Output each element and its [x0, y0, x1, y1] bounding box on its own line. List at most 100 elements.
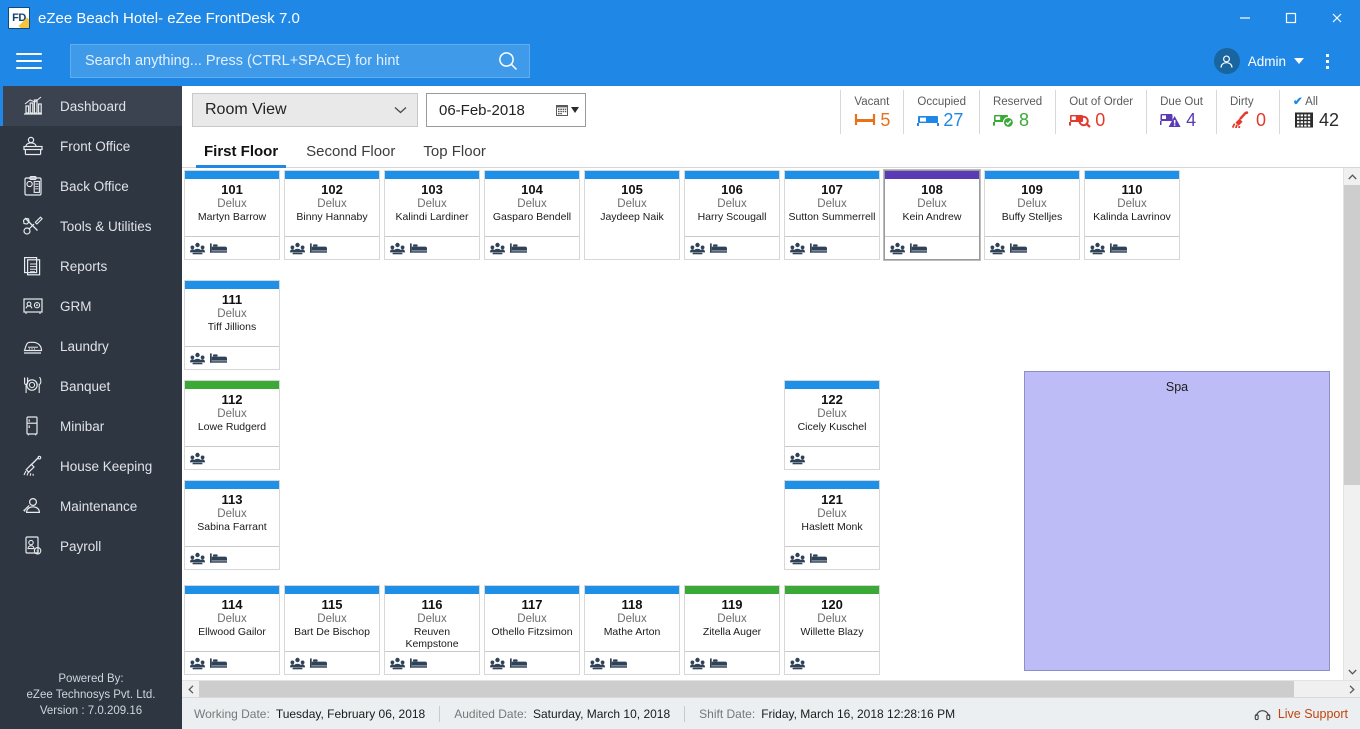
room-card[interactable]: 104 Delux Gasparo Bendell — [484, 170, 580, 260]
guests-icon[interactable] — [490, 242, 505, 255]
bed-icon[interactable] — [1110, 242, 1127, 254]
menu-toggle-icon[interactable] — [0, 36, 58, 86]
search-input[interactable] — [85, 53, 497, 69]
tab-top-floor[interactable]: Top Floor — [409, 143, 500, 167]
guests-icon[interactable] — [1090, 242, 1105, 255]
status-count-out-of-order[interactable]: Out of Order 0 — [1055, 90, 1146, 134]
sidebar-item-tools-utilities[interactable]: Tools & Utilities — [0, 206, 182, 246]
horizontal-scroll-thumb[interactable] — [199, 680, 1294, 698]
tab-first-floor[interactable]: First Floor — [190, 143, 292, 168]
scroll-down-icon[interactable] — [1344, 663, 1360, 680]
date-picker[interactable]: 06-Feb-2018 — [426, 93, 586, 127]
bed-icon[interactable] — [810, 552, 827, 564]
vertical-scrollbar[interactable] — [1343, 168, 1360, 680]
calendar-icon[interactable] — [555, 103, 579, 117]
room-card[interactable]: 122 Delux Cicely Kuschel — [784, 380, 880, 470]
sidebar-item-grm[interactable]: GRM — [0, 286, 182, 326]
room-card[interactable]: 102 Delux Binny Hannaby — [284, 170, 380, 260]
vertical-scroll-thumb[interactable] — [1343, 185, 1360, 485]
sidebar-item-dashboard[interactable]: Dashboard — [0, 86, 182, 126]
guests-icon[interactable] — [290, 657, 305, 670]
guests-icon[interactable] — [690, 657, 705, 670]
view-select[interactable]: Room View — [192, 93, 418, 127]
bed-icon[interactable] — [210, 657, 227, 669]
maximize-button[interactable] — [1268, 0, 1314, 36]
guests-icon[interactable] — [390, 242, 405, 255]
guests-icon[interactable] — [790, 452, 805, 465]
guests-icon[interactable] — [390, 657, 405, 670]
sidebar-item-laundry[interactable]: Laundry — [0, 326, 182, 366]
room-card[interactable]: 110 Delux Kalinda Lavrinov — [1084, 170, 1180, 260]
guests-icon[interactable] — [790, 242, 805, 255]
guests-icon[interactable] — [490, 657, 505, 670]
guests-icon[interactable] — [190, 657, 205, 670]
sidebar-item-house-keeping[interactable]: House Keeping — [0, 446, 182, 486]
live-support-button[interactable]: Live Support — [1253, 704, 1348, 723]
sidebar-item-banquet[interactable]: Banquet — [0, 366, 182, 406]
room-card[interactable]: 103 Delux Kalindi Lardiner — [384, 170, 480, 260]
chevron-down-icon[interactable] — [1294, 58, 1304, 64]
bed-icon[interactable] — [910, 242, 927, 254]
bed-icon[interactable] — [710, 657, 727, 669]
room-card[interactable]: 111 Delux Tiff Jillions — [184, 280, 280, 370]
room-card[interactable]: 120 Delux Willette Blazy — [784, 585, 880, 675]
bed-icon[interactable] — [210, 552, 227, 564]
room-card[interactable]: 101 Delux Martyn Barrow — [184, 170, 280, 260]
guests-icon[interactable] — [790, 657, 805, 670]
room-card[interactable]: 113 Delux Sabina Farrant — [184, 480, 280, 570]
tab-second-floor[interactable]: Second Floor — [292, 143, 409, 167]
room-card[interactable]: 105 Delux Jaydeep Naik — [584, 170, 680, 260]
sidebar-item-payroll[interactable]: $ Payroll — [0, 526, 182, 566]
more-options-icon[interactable] — [1314, 36, 1340, 86]
bed-icon[interactable] — [410, 242, 427, 254]
search-box[interactable] — [70, 44, 530, 78]
bed-icon[interactable] — [410, 657, 427, 669]
sidebar-item-front-office[interactable]: Front Office — [0, 126, 182, 166]
bed-icon[interactable] — [210, 352, 227, 364]
user-menu[interactable]: Admin — [1213, 36, 1304, 86]
horizontal-scroll-track[interactable] — [199, 680, 1343, 698]
room-card[interactable]: 116 Delux Reuven Kempstone — [384, 585, 480, 675]
sidebar-item-back-office[interactable]: Back Office — [0, 166, 182, 206]
close-button[interactable] — [1314, 0, 1360, 36]
bed-icon[interactable] — [210, 242, 227, 254]
vertical-scroll-track[interactable] — [1343, 185, 1360, 663]
room-card[interactable]: 115 Delux Bart De Bischop — [284, 585, 380, 675]
bed-icon[interactable] — [510, 657, 527, 669]
status-count-occupied[interactable]: Occupied 27 — [903, 90, 979, 134]
guests-icon[interactable] — [290, 242, 305, 255]
scroll-right-icon[interactable] — [1343, 681, 1360, 698]
bed-icon[interactable] — [810, 242, 827, 254]
room-card[interactable]: 107 Delux Sutton Summerrell — [784, 170, 880, 260]
room-card[interactable]: 117 Delux Othello Fitzsimon — [484, 585, 580, 675]
room-card[interactable]: 108 Delux Kein Andrew — [884, 170, 980, 260]
sidebar-item-minibar[interactable]: Minibar — [0, 406, 182, 446]
room-card[interactable]: 112 Delux Lowe Rudgerd — [184, 380, 280, 470]
bed-icon[interactable] — [610, 657, 627, 669]
status-count-all[interactable]: ✔ All 42 — [1278, 90, 1352, 134]
bed-icon[interactable] — [1010, 242, 1027, 254]
scroll-up-icon[interactable] — [1344, 168, 1360, 185]
room-card[interactable]: 106 Delux Harry Scougall — [684, 170, 780, 260]
guests-icon[interactable] — [190, 552, 205, 565]
scroll-left-icon[interactable] — [182, 681, 199, 698]
guests-icon[interactable] — [790, 552, 805, 565]
status-count-due-out[interactable]: Due Out 4 — [1146, 90, 1216, 134]
room-card[interactable]: 119 Delux Zitella Auger — [684, 585, 780, 675]
room-card[interactable]: 114 Delux Ellwood Gailor — [184, 585, 280, 675]
horizontal-scrollbar[interactable] — [182, 680, 1360, 698]
guests-icon[interactable] — [190, 242, 205, 255]
sidebar-item-maintenance[interactable]: Maintenance — [0, 486, 182, 526]
guests-icon[interactable] — [890, 242, 905, 255]
minimize-button[interactable] — [1222, 0, 1268, 36]
guests-icon[interactable] — [590, 657, 605, 670]
bed-icon[interactable] — [710, 242, 727, 254]
room-card[interactable]: 121 Delux Haslett Monk — [784, 480, 880, 570]
bed-icon[interactable] — [510, 242, 527, 254]
guests-icon[interactable] — [190, 352, 205, 365]
bed-icon[interactable] — [310, 657, 327, 669]
status-count-vacant[interactable]: Vacant 5 — [840, 90, 903, 134]
guests-icon[interactable] — [690, 242, 705, 255]
room-card[interactable]: 109 Delux Buffy Stelljes — [984, 170, 1080, 260]
room-card[interactable]: 118 Delux Mathe Arton — [584, 585, 680, 675]
